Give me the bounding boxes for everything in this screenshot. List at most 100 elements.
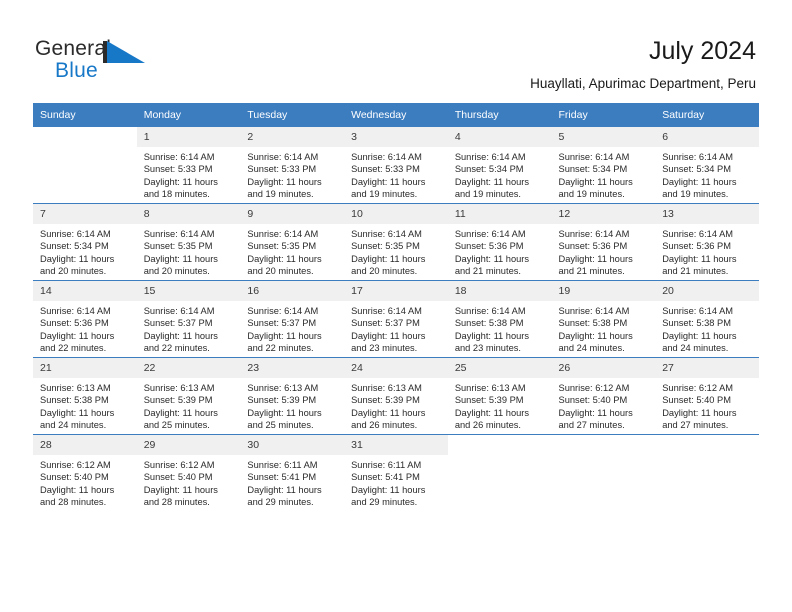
day-daylight-line: and 21 minutes. [558,266,625,277]
calendar-day-cell[interactable]: 21 Sunrise: 6:13 AM Sunset: 5:38 PM Dayligh… [33,357,137,435]
day-sunset-line: Sunset: 5:37 PM [351,318,420,329]
day-sunrise-line: Sunrise: 6:13 AM [40,383,111,393]
calendar-day-cell[interactable]: 2 Sunrise: 6:14 AM Sunset: 5:33 PM Daylight… [240,126,345,204]
calendar-day-cell[interactable]: 28 Sunrise: 6:12 AM Sunset: 5:40 PM Dayligh… [33,434,137,511]
page-header: General Blue July 2024 Huayllati, Apurim… [0,0,792,100]
day-daylight-line: Daylight: 11 hours [351,176,426,187]
calendar-page: General Blue July 2024 Huayllati, Apurim… [0,0,792,612]
calendar-cell-empty [655,434,759,511]
calendar-day-cell[interactable]: 14 Sunrise: 6:14 AM Sunset: 5:36 PM Dayligh… [33,280,137,358]
day-info: Sunrise: 6:13 AM Sunset: 5:39 PM Daylight:… [448,378,552,432]
day-sunrise-line: Sunrise: 6:13 AM [247,383,319,393]
day-info: Sunrise: 6:14 AM Sunset: 5:33 PM Daylight:… [344,147,448,201]
calendar-day-cell[interactable]: 19 Sunrise: 6:14 AM Sunset: 5:38 PM Dayligh… [551,280,656,358]
day-daylight-line: Daylight: 11 hours [662,176,737,187]
page-subtitle: Huayllati, Apurimac Department, Peru [530,76,756,91]
day-sunset-line: Sunset: 5:34 PM [662,164,731,175]
weekday-header-tuesday: Tuesday [240,103,345,127]
calendar-day-cell[interactable]: 1 Sunrise: 6:14 AM Sunset: 5:33 PM Daylight… [136,126,241,204]
day-sunset-line: Sunset: 5:41 PM [247,472,317,483]
calendar-day-cell[interactable]: 13 Sunrise: 6:14 AM Sunset: 5:36 PM Dayligh… [655,203,759,281]
day-number: 22 [136,358,241,378]
calendar-day-cell[interactable]: 18 Sunrise: 6:14 AM Sunset: 5:38 PM Dayligh… [447,280,552,358]
day-info: Sunrise: 6:14 AM Sunset: 5:38 PM Daylight:… [448,301,552,355]
day-sunset-line: Sunset: 5:39 PM [351,395,420,406]
day-daylight-line: Daylight: 11 hours [662,330,737,341]
calendar-day-cell[interactable]: 30 Sunrise: 6:11 AM Sunset: 5:41 PM Dayligh… [240,434,345,511]
calendar-table: Sunday Monday Tuesday Wednesday Thursday… [33,103,759,511]
calendar-day-cell[interactable]: 8 Sunrise: 6:14 AM Sunset: 5:35 PM Daylight… [136,203,241,281]
calendar-day-cell[interactable]: 12 Sunrise: 6:14 AM Sunset: 5:36 PM Dayligh… [551,203,656,281]
day-number: 10 [344,204,448,224]
day-number: 28 [33,435,137,455]
day-number: 20 [655,281,759,301]
day-info: Sunrise: 6:14 AM Sunset: 5:34 PM Daylight:… [552,147,656,201]
day-daylight-line: Daylight: 11 hours [351,253,426,264]
general-blue-logo[interactable]: General Blue [35,36,215,86]
calendar-day-cell[interactable]: 26 Sunrise: 6:12 AM Sunset: 5:40 PM Dayligh… [551,357,656,435]
calendar-day-cell[interactable]: 9 Sunrise: 6:14 AM Sunset: 5:35 PM Daylight… [240,203,345,281]
calendar-day-cell[interactable]: 23 Sunrise: 6:13 AM Sunset: 5:39 PM Dayligh… [240,357,345,435]
day-daylight-line: Daylight: 11 hours [143,330,218,341]
calendar-day-cell[interactable]: 5 Sunrise: 6:14 AM Sunset: 5:34 PM Daylight… [551,126,656,204]
day-sunrise-line: Sunrise: 6:12 AM [143,460,215,470]
day-number: 30 [240,435,345,455]
day-number [551,435,656,443]
calendar-day-cell[interactable]: 16 Sunrise: 6:14 AM Sunset: 5:37 PM Dayligh… [240,280,345,358]
calendar-day-cell[interactable]: 15 Sunrise: 6:14 AM Sunset: 5:37 PM Dayligh… [136,280,241,358]
calendar-day-cell[interactable]: 25 Sunrise: 6:13 AM Sunset: 5:39 PM Dayligh… [447,357,552,435]
day-sunrise-line: Sunrise: 6:12 AM [40,460,111,470]
day-sunrise-line: Sunrise: 6:11 AM [351,460,422,470]
day-daylight-line: Daylight: 11 hours [454,407,530,418]
day-sunrise-line: Sunrise: 6:14 AM [143,306,215,316]
calendar-day-cell[interactable]: 29 Sunrise: 6:12 AM Sunset: 5:40 PM Dayligh… [136,434,241,511]
calendar-day-cell[interactable]: 22 Sunrise: 6:13 AM Sunset: 5:39 PM Dayligh… [136,357,241,435]
day-daylight-line: Daylight: 11 hours [143,253,218,264]
day-sunset-line: Sunset: 5:40 PM [662,395,731,406]
day-daylight-line: and 21 minutes. [662,266,729,277]
calendar-day-cell[interactable]: 10 Sunrise: 6:14 AM Sunset: 5:35 PM Dayligh… [344,203,448,281]
day-daylight-line: Daylight: 11 hours [351,407,426,418]
calendar-week-row: 21 Sunrise: 6:13 AM Sunset: 5:38 PM Dayligh… [33,357,759,435]
calendar-day-cell[interactable]: 11 Sunrise: 6:14 AM Sunset: 5:36 PM Dayligh… [447,203,552,281]
day-daylight-line: Daylight: 11 hours [143,176,218,187]
day-daylight-line: and 24 minutes. [558,343,625,354]
day-sunrise-line: Sunrise: 6:14 AM [351,152,422,162]
day-info: Sunrise: 6:14 AM Sunset: 5:37 PM Daylight:… [137,301,241,355]
page-title: July 2024 [648,37,756,65]
calendar-day-cell[interactable]: 27 Sunrise: 6:12 AM Sunset: 5:40 PM Dayligh… [655,357,759,435]
calendar-day-cell[interactable]: 17 Sunrise: 6:14 AM Sunset: 5:37 PM Dayligh… [344,280,448,358]
day-number: 4 [447,127,552,147]
calendar-day-cell[interactable]: 6 Sunrise: 6:14 AM Sunset: 5:34 PM Daylight… [655,126,759,204]
day-daylight-line: and 27 minutes. [558,420,625,431]
day-number: 6 [655,127,759,147]
day-info: Sunrise: 6:12 AM Sunset: 5:40 PM Daylight:… [33,455,137,509]
day-sunrise-line: Sunrise: 6:12 AM [558,383,630,393]
weekday-header-sunday: Sunday [33,103,137,127]
calendar-day-cell[interactable]: 7 Sunrise: 6:14 AM Sunset: 5:34 PM Daylight… [33,203,137,281]
calendar-day-cell[interactable]: 4 Sunrise: 6:14 AM Sunset: 5:34 PM Daylight… [447,126,552,204]
day-info: Sunrise: 6:14 AM Sunset: 5:34 PM Daylight:… [655,147,759,201]
day-sunrise-line: Sunrise: 6:14 AM [558,306,630,316]
day-daylight-line: Daylight: 11 hours [40,253,115,264]
day-sunrise-line: Sunrise: 6:14 AM [454,229,526,239]
calendar-day-cell[interactable]: 20 Sunrise: 6:14 AM Sunset: 5:38 PM Dayligh… [655,280,759,358]
day-daylight-line: and 29 minutes. [247,497,314,508]
day-number: 11 [447,204,552,224]
day-number: 14 [33,281,137,301]
day-sunset-line: Sunset: 5:39 PM [454,395,524,406]
day-daylight-line: Daylight: 11 hours [40,407,115,418]
day-number: 15 [136,281,241,301]
day-sunrise-line: Sunrise: 6:14 AM [558,229,630,239]
day-daylight-line: and 25 minutes. [247,420,314,431]
day-info: Sunrise: 6:13 AM Sunset: 5:39 PM Daylight:… [240,378,344,432]
calendar-day-cell[interactable]: 24 Sunrise: 6:13 AM Sunset: 5:39 PM Dayligh… [344,357,448,435]
day-number: 24 [344,358,448,378]
calendar-day-cell[interactable]: 31 Sunrise: 6:11 AM Sunset: 5:41 PM Dayligh… [344,434,448,511]
day-sunset-line: Sunset: 5:37 PM [143,318,213,329]
day-daylight-line: and 26 minutes. [454,420,521,431]
calendar-day-cell[interactable]: 3 Sunrise: 6:14 AM Sunset: 5:33 PM Daylight… [344,126,448,204]
day-daylight-line: and 19 minutes. [247,189,314,200]
day-info: Sunrise: 6:11 AM Sunset: 5:41 PM Daylight:… [344,455,448,509]
day-daylight-line: Daylight: 11 hours [558,407,633,418]
